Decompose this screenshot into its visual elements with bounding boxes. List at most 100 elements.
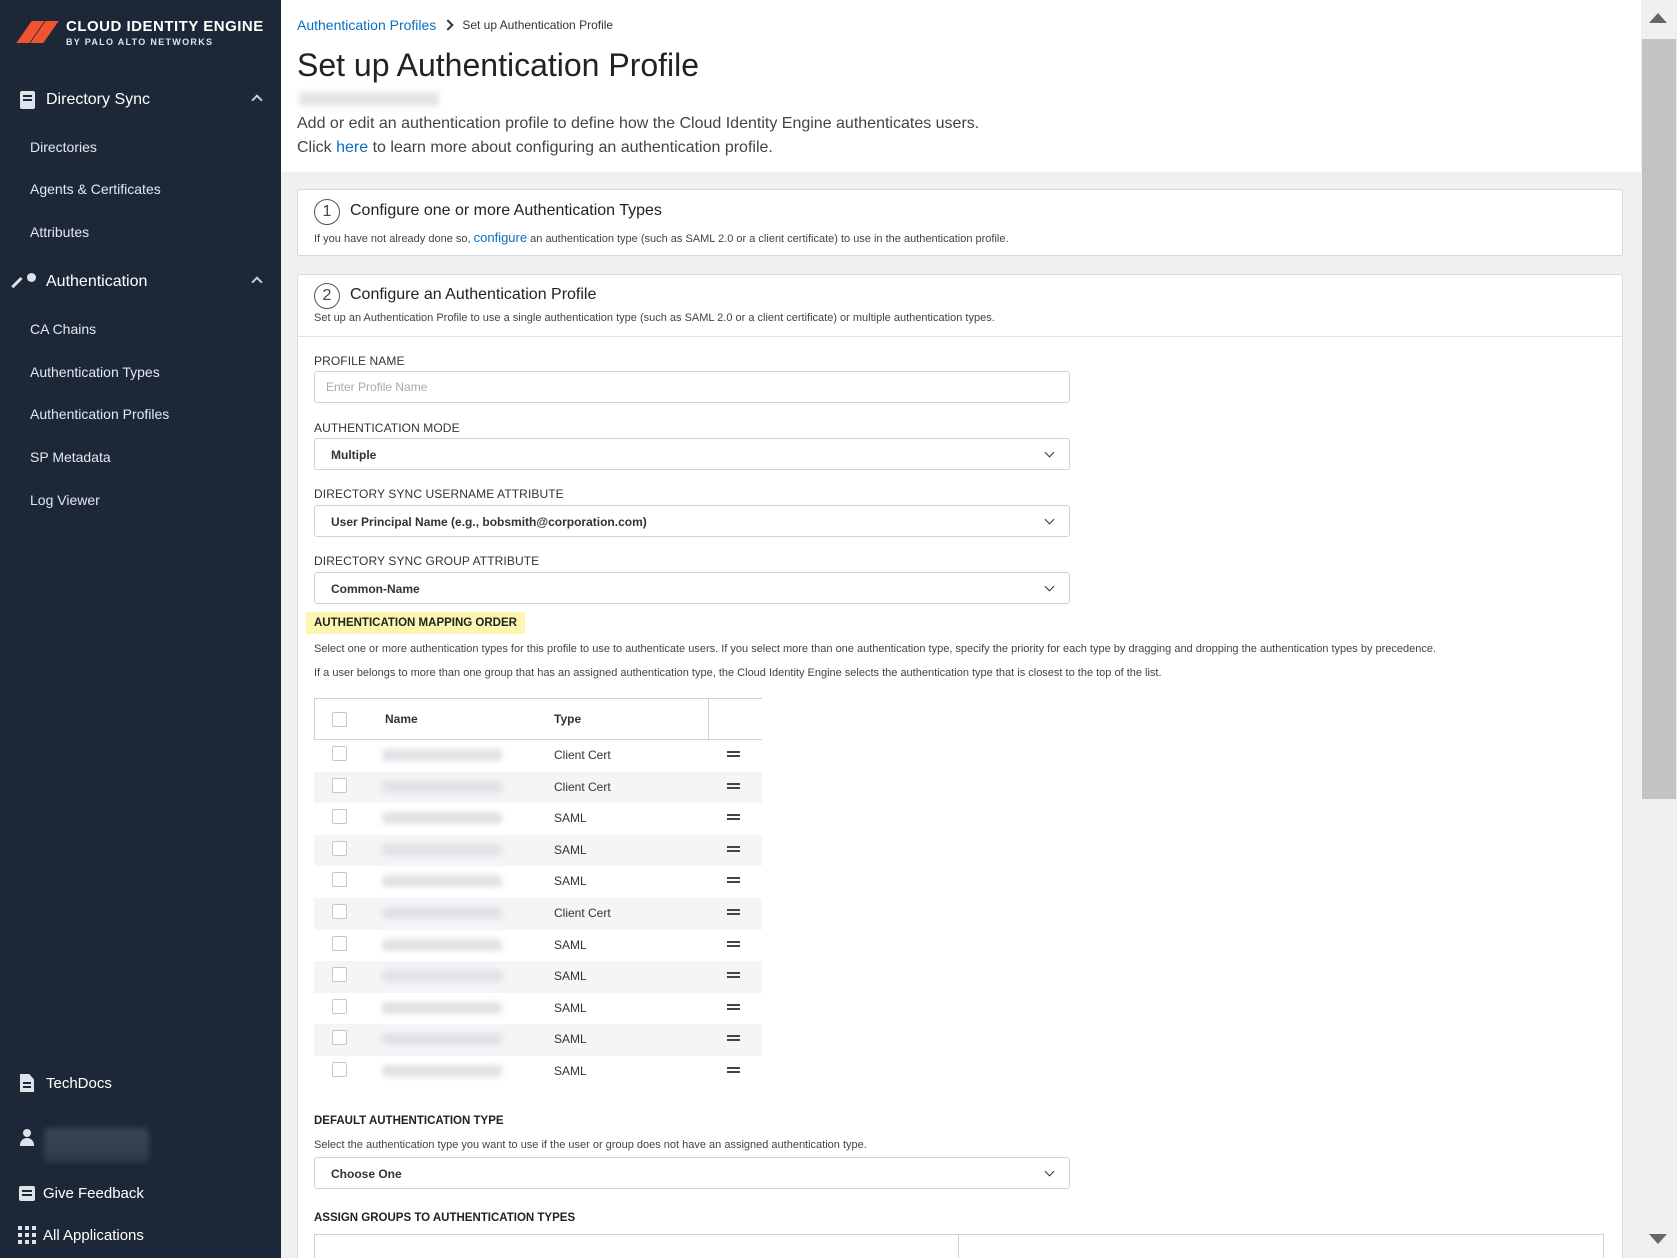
sidebar-item-log-viewer[interactable]: Log Viewer [30, 492, 100, 508]
select-all-checkbox[interactable] [332, 712, 347, 727]
redacted-subtitle [299, 92, 439, 106]
mapping-order-title: AUTHENTICATION MAPPING ORDER [306, 612, 525, 634]
chevron-down-icon [1044, 1166, 1055, 1177]
table-row[interactable]: SAML [314, 961, 762, 993]
row-checkbox[interactable] [332, 777, 347, 793]
book-icon [19, 91, 35, 109]
table-row[interactable]: Client Cert [314, 771, 762, 804]
column-header-type: Type [554, 712, 582, 726]
sidebar-item-directories[interactable]: Directories [30, 139, 97, 155]
chevron-down-icon [1044, 514, 1055, 525]
configure-link[interactable]: configure [474, 230, 527, 245]
row-checkbox[interactable] [332, 903, 347, 919]
column-divider [708, 699, 709, 741]
palo-alto-logo-icon [16, 17, 59, 47]
row-checkbox[interactable] [332, 746, 347, 761]
scroll-down-arrow-icon[interactable] [1649, 1234, 1667, 1244]
table-row[interactable]: SAML [314, 1024, 762, 1056]
step-number: 2 [314, 283, 340, 309]
step2-card: 2 Configure an Authentication Profile Se… [297, 274, 1623, 1258]
sidebar-item-ca-chains[interactable]: CA Chains [30, 321, 96, 337]
page-header: Authentication Profiles Set up Authentic… [281, 0, 1641, 172]
profile-name-input[interactable] [314, 371, 1070, 403]
group-attr-label: DIRECTORY SYNC GROUP ATTRIBUTE [314, 554, 540, 568]
chevron-up-icon[interactable] [251, 94, 263, 106]
sidebar-all-applications[interactable]: All Applications [0, 1220, 281, 1250]
scrollbar-thumb[interactable] [1642, 39, 1676, 799]
sidebar-item-authentication-profiles[interactable]: Authentication Profiles [30, 406, 169, 422]
group-attr-select[interactable]: Common-Name [314, 572, 1070, 604]
redacted-name [382, 749, 502, 761]
chevron-up-icon[interactable] [251, 276, 263, 288]
sidebar-item-authentication-types[interactable]: Authentication Types [30, 364, 160, 380]
row-checkbox[interactable] [332, 872, 347, 888]
drag-handle-icon[interactable] [727, 782, 740, 789]
default-auth-title: DEFAULT AUTHENTICATION TYPE [314, 1115, 504, 1127]
default-auth-select[interactable]: Choose One [314, 1157, 1070, 1189]
redacted-name [382, 938, 502, 951]
techdocs-label: TechDocs [46, 1074, 112, 1092]
table-header: Name Type [314, 698, 762, 741]
drag-handle-icon[interactable] [727, 845, 740, 852]
username-attr-select[interactable]: User Principal Name (e.g., bobsmith@corp… [314, 505, 1070, 537]
brand-name: CLOUD IDENTITY ENGINE [66, 17, 264, 35]
table-row[interactable]: SAML [314, 1056, 762, 1088]
desc-text: an authentication type (such as SAML 2.0… [527, 233, 1009, 245]
desc-text: Click [297, 139, 337, 156]
sidebar-item-agents-certificates[interactable]: Agents & Certificates [30, 181, 161, 197]
redacted-name [382, 780, 502, 793]
row-checkbox[interactable] [332, 935, 347, 951]
sidebar: CLOUD IDENTITY ENGINE BY PALO ALTO NETWO… [0, 0, 281, 1258]
drag-handle-icon[interactable] [727, 972, 740, 979]
drag-handle-icon[interactable] [727, 1066, 740, 1073]
nav-group-authentication[interactable]: Authentication [0, 267, 281, 297]
sidebar-item-sp-metadata[interactable]: SP Metadata [30, 449, 111, 465]
username-attr-label: DIRECTORY SYNC USERNAME ATTRIBUTE [314, 487, 564, 501]
row-checkbox[interactable] [332, 967, 347, 983]
mapping-desc1: Select one or more authentication types … [314, 643, 1437, 655]
brand-logo[interactable]: CLOUD IDENTITY ENGINE BY PALO ALTO NETWO… [16, 17, 264, 47]
drag-handle-icon[interactable] [727, 908, 740, 915]
drag-handle-icon[interactable] [727, 1035, 740, 1042]
page-scrollbar[interactable] [1641, 0, 1677, 1258]
step-title: Configure an Authentication Profile [350, 286, 597, 303]
key-icon [17, 272, 37, 292]
table-row[interactable]: SAML [314, 803, 762, 835]
table-row[interactable]: Client Cert [314, 740, 762, 772]
sidebar-give-feedback[interactable]: Give Feedback [0, 1178, 281, 1208]
select-value: Choose One [331, 1167, 402, 1181]
table-row[interactable]: SAML [314, 866, 762, 898]
table-row[interactable]: SAML [314, 993, 762, 1025]
scroll-up-arrow-icon[interactable] [1649, 13, 1667, 23]
learn-more-link[interactable]: here [336, 139, 368, 156]
nav-group-label: Directory Sync [46, 91, 151, 108]
row-checkbox[interactable] [332, 998, 347, 1014]
sidebar-item-attributes[interactable]: Attributes [30, 224, 89, 240]
drag-handle-icon[interactable] [727, 814, 740, 821]
redacted-name [382, 1001, 502, 1014]
row-checkbox[interactable] [332, 809, 347, 825]
drag-handle-icon[interactable] [727, 1003, 740, 1010]
auth-mode-label: AUTHENTICATION MODE [314, 421, 460, 435]
give-feedback-label: Give Feedback [43, 1184, 144, 1202]
step-description: If you have not already done so, configu… [314, 230, 1009, 245]
drag-handle-icon[interactable] [727, 751, 740, 757]
auth-type-cell: Client Cert [554, 779, 611, 794]
default-auth-desc: Select the authentication type you want … [314, 1139, 867, 1151]
table-row[interactable]: SAML [314, 834, 762, 867]
breadcrumb-link-auth-profiles[interactable]: Authentication Profiles [297, 17, 436, 33]
row-checkbox[interactable] [332, 1061, 347, 1077]
row-checkbox[interactable] [332, 1030, 347, 1046]
row-checkbox[interactable] [332, 840, 347, 856]
table-row[interactable]: SAML [314, 930, 762, 962]
sidebar-techdocs[interactable]: TechDocs [0, 1068, 281, 1098]
auth-type-cell: Client Cert [554, 748, 611, 762]
auth-mode-select[interactable]: Multiple [314, 438, 1070, 470]
drag-handle-icon[interactable] [727, 940, 740, 947]
nav-group-directory-sync[interactable]: Directory Sync [0, 85, 281, 115]
apps-grid-icon [18, 1226, 36, 1244]
drag-handle-icon[interactable] [727, 877, 740, 884]
mapping-desc2: If a user belongs to more than one group… [314, 667, 1162, 679]
table-row[interactable]: Client Cert [314, 897, 762, 930]
chevron-down-icon [1044, 581, 1055, 592]
